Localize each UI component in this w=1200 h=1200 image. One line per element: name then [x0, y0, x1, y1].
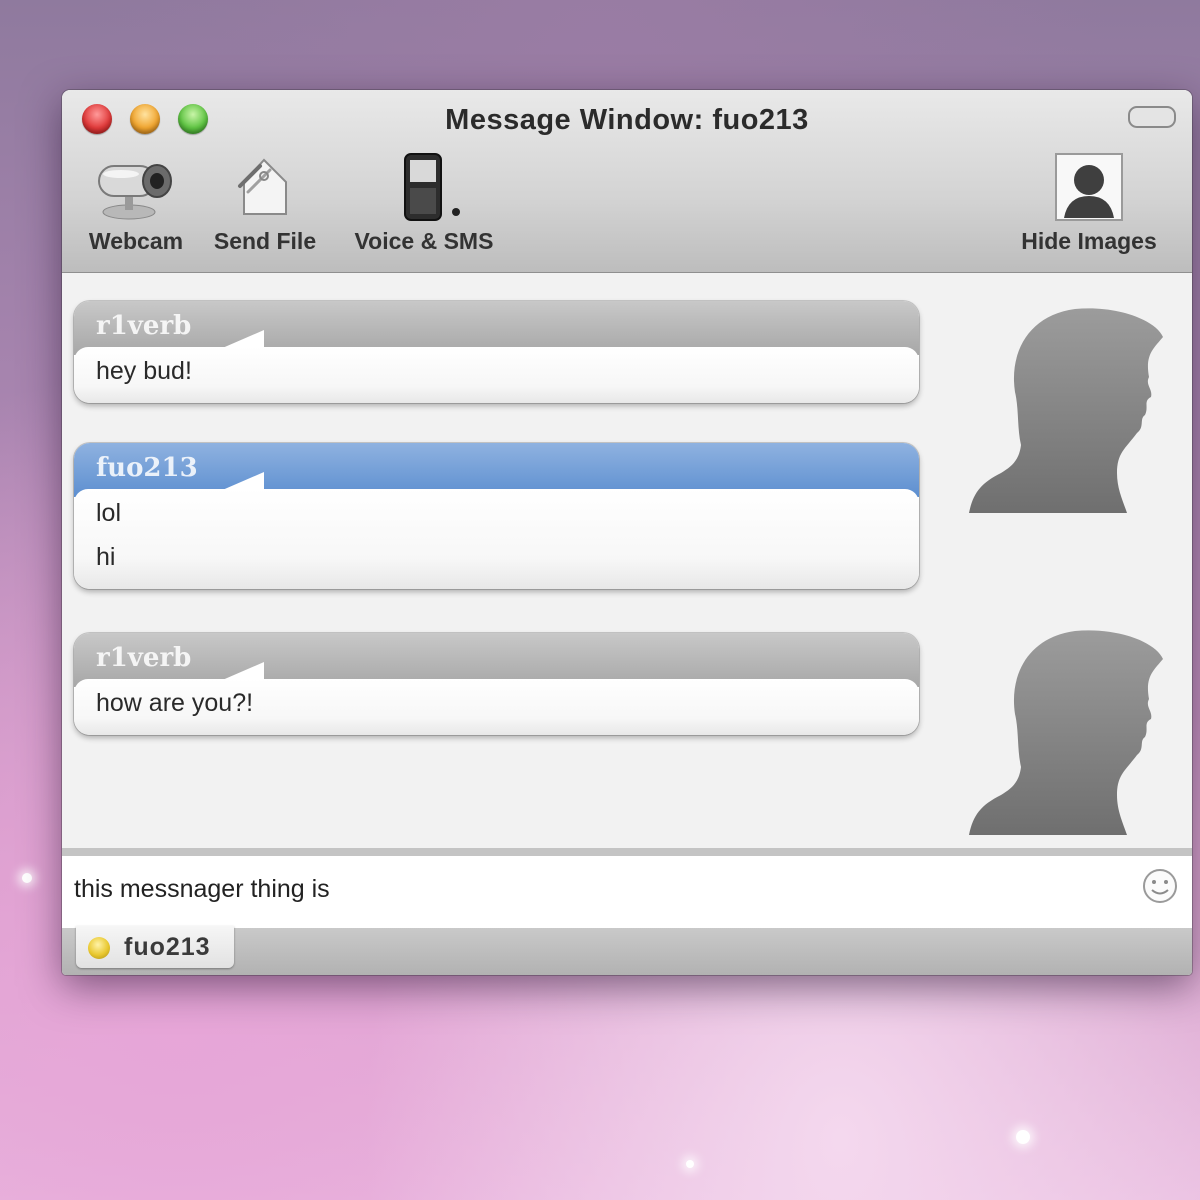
tab-fuo213[interactable]: fuo213 — [76, 926, 234, 968]
message-text: hey bud! — [96, 357, 192, 385]
message-text: how are you?! — [96, 689, 254, 717]
phone-icon — [379, 152, 469, 222]
message-sender: fuo213 — [96, 453, 198, 483]
send-file-label: Send File — [213, 228, 317, 254]
hide-images-button[interactable]: Hide Images — [1006, 152, 1172, 255]
message-input[interactable] — [72, 868, 1096, 910]
voice-sms-label: Voice & SMS — [354, 228, 494, 254]
emoticon-icon[interactable] — [1140, 866, 1180, 906]
webcam-icon — [91, 152, 181, 222]
message-body: how are you?! — [74, 679, 919, 735]
webcam-label: Webcam — [88, 228, 184, 254]
desktop-sparkle — [686, 1160, 694, 1168]
voice-sms-button[interactable]: Voice & SMS — [344, 152, 504, 255]
message-bubble: fuo213 lol hi — [74, 443, 919, 589]
window-toolbar: Message Window: fuo213 Webcam Send File … — [62, 90, 1192, 273]
buddy-silhouette-icon — [967, 619, 1167, 839]
message-bubble: r1verb hey bud! — [74, 301, 919, 403]
composer-area — [62, 848, 1192, 928]
message-window: Message Window: fuo213 Webcam Send File … — [62, 90, 1192, 975]
message-sender: r1verb — [96, 311, 192, 341]
status-available-icon — [88, 937, 110, 959]
window-title: Message Window: fuo213 — [445, 104, 809, 136]
message-body: hey bud! — [74, 347, 919, 403]
buddy-silhouette-icon — [967, 297, 1167, 517]
buddy-image-icon — [1054, 152, 1124, 222]
send-file-button[interactable]: Send File — [204, 152, 326, 255]
message-body: lol hi — [74, 489, 919, 589]
hide-images-label: Hide Images — [1021, 228, 1157, 254]
chat-transcript: r1verb hey bud! fuo213 lol hi r1verb how… — [62, 273, 1192, 848]
toolbar-toggle-button[interactable] — [1128, 106, 1176, 128]
desktop-background: Message Window: fuo213 Webcam Send File … — [0, 0, 1200, 1200]
chat-tab-bar: fuo213 — [62, 926, 1192, 975]
tab-label: fuo213 — [124, 933, 211, 961]
message-sender: r1verb — [96, 643, 192, 673]
webcam-button[interactable]: Webcam — [80, 152, 192, 255]
desktop-sparkle — [22, 873, 32, 883]
send-file-icon — [230, 152, 300, 222]
desktop-sparkle — [1016, 1130, 1030, 1144]
message-text: lol — [96, 499, 122, 527]
message-text: hi — [96, 543, 116, 571]
message-bubble: r1verb how are you?! — [74, 633, 919, 735]
